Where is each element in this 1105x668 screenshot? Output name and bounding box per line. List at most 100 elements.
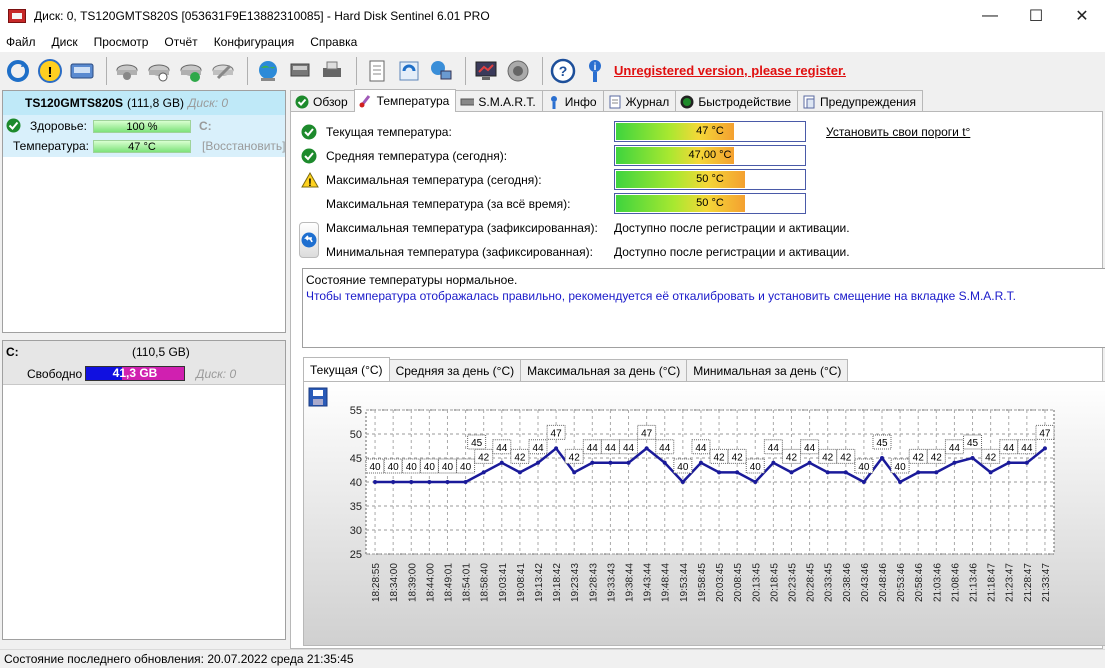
menu-configuration[interactable]: Конфигурация [206, 35, 303, 49]
chart-tabs: Текущая (°C) Средняя за день (°C) Максим… [303, 357, 849, 381]
x-tick-label: 19:53:44 [679, 563, 690, 602]
data-label: 44 [695, 443, 707, 454]
x-tick-label: 20:23:45 [787, 563, 798, 602]
report-icon[interactable] [363, 57, 391, 85]
temperature-bar: 47 °C [93, 140, 191, 153]
disk-header[interactable]: TS120GMTS820S (111,8 GB) Диск: 0 [3, 91, 285, 115]
tab-chart-current[interactable]: Текущая (°C) [303, 357, 390, 381]
printer-icon[interactable] [318, 57, 346, 85]
tab-alerts[interactable]: Предупреждения [797, 90, 923, 112]
data-point [536, 460, 540, 465]
data-point [391, 480, 396, 484]
menu-help[interactable]: Справка [302, 35, 365, 49]
info-icon[interactable]: i [581, 57, 609, 85]
x-tick-label: 18:54:01 [462, 563, 473, 602]
monitor-icon[interactable] [472, 57, 500, 85]
max-today-temperature-row: ! Максимальная температура (сегодня): 50… [291, 169, 1101, 191]
data-point [1006, 460, 1011, 465]
save-icon[interactable] [308, 387, 328, 407]
tab-info[interactable]: Инфо [541, 90, 604, 112]
health-bar: 100 % [93, 120, 191, 133]
data-point [590, 460, 595, 465]
data-label: 42 [786, 452, 798, 463]
menu-report[interactable]: Отчёт [156, 35, 205, 49]
set-thresholds-link[interactable]: Установить свои пороги t° [826, 125, 970, 139]
partition-header[interactable]: C: (110,5 GB) [3, 341, 285, 363]
data-label: 44 [605, 443, 617, 454]
tab-chart-daily-average[interactable]: Средняя за день (°C) [388, 359, 522, 381]
svg-text:!: ! [48, 64, 53, 81]
y-tick-label: 50 [350, 429, 362, 441]
disk-search-icon[interactable] [113, 57, 141, 85]
network-disk-icon[interactable] [286, 57, 314, 85]
disk-size: (111,8 GB) [127, 96, 184, 110]
x-tick-label: 20:03:45 [715, 563, 726, 602]
maximize-button[interactable]: ☐ [1013, 0, 1059, 32]
disk-info-icon[interactable] [145, 57, 173, 85]
unregistered-link[interactable]: Unregistered version, please register. [614, 63, 846, 78]
tab-smart[interactable]: S.M.A.R.T. [455, 90, 543, 112]
ok-icon [301, 148, 317, 164]
x-tick-label: 20:18:45 [769, 563, 780, 602]
journal-icon [608, 95, 622, 109]
thermometer-icon [359, 94, 373, 108]
data-label: 44 [659, 443, 671, 454]
menu-view[interactable]: Просмотр [86, 35, 157, 49]
x-tick-label: 19:18:42 [552, 563, 563, 602]
disk-icon[interactable] [68, 57, 96, 85]
x-tick-label: 19:38:44 [625, 563, 636, 602]
check-icon [295, 95, 309, 109]
data-label: 44 [532, 443, 544, 454]
y-tick-label: 55 [350, 405, 362, 417]
x-tick-label: 21:13:46 [969, 563, 980, 602]
partition-size: (110,5 GB) [132, 345, 190, 359]
data-point [463, 480, 468, 484]
data-point [717, 470, 722, 475]
temperature-status-box: Состояние температуры нормальное. Чтобы … [302, 268, 1105, 348]
free-value: 41,3 GB [112, 366, 158, 380]
data-point [445, 480, 450, 484]
close-button[interactable]: ✕ [1059, 0, 1105, 32]
warning-icon[interactable]: ! [36, 57, 64, 85]
update-icon[interactable] [395, 57, 423, 85]
y-tick-label: 30 [350, 525, 362, 537]
tab-performance[interactable]: Быстродействие [675, 90, 799, 112]
disk-ok-icon[interactable] [177, 57, 205, 85]
restore-link[interactable]: [Восстановить] [202, 139, 286, 153]
tab-journal[interactable]: Журнал [602, 90, 677, 112]
tab-overview[interactable]: Обзор [290, 90, 355, 112]
free-bar: 41,3 GB [85, 366, 185, 381]
x-tick-label: 19:43:44 [643, 563, 654, 602]
minimize-button[interactable]: — [967, 0, 1013, 32]
data-label: 44 [1003, 443, 1015, 454]
data-point [952, 460, 957, 465]
tab-temperature[interactable]: Температура [353, 89, 457, 112]
data-label: 45 [471, 438, 483, 449]
x-tick-label: 18:39:00 [407, 563, 418, 602]
disk-tool-icon[interactable] [209, 57, 237, 85]
data-point [680, 480, 685, 484]
network-icon[interactable] [427, 57, 455, 85]
x-tick-label: 20:08:45 [733, 563, 744, 602]
tab-chart-daily-min[interactable]: Минимальная за день (°C) [686, 359, 849, 381]
data-label: 40 [369, 462, 381, 473]
data-point [807, 460, 812, 465]
menu-disk[interactable]: Диск [44, 35, 86, 49]
tab-chart-daily-max[interactable]: Максимальная за день (°C) [520, 359, 688, 381]
menu-bar: Файл Диск Просмотр Отчёт Конфигурация Сп… [0, 32, 1105, 52]
refresh-icon[interactable] [4, 57, 32, 85]
data-point [698, 460, 703, 465]
sound-icon[interactable] [504, 57, 532, 85]
help-icon[interactable]: ? [549, 57, 577, 85]
data-point [409, 480, 414, 484]
x-tick-label: 20:43:46 [860, 563, 871, 602]
warning-icon: ! [301, 172, 319, 188]
max-alltime-temperature-row: Максимальная температура (за всё время):… [291, 193, 1101, 215]
menu-file[interactable]: Файл [0, 35, 44, 49]
svg-text:?: ? [559, 63, 568, 79]
min-logged-row: Минимальная температура (зафиксированная… [326, 245, 850, 259]
globe-icon[interactable] [254, 57, 282, 85]
x-tick-label: 21:28:47 [1023, 563, 1034, 602]
x-tick-label: 19:33:43 [606, 563, 617, 602]
data-label: 44 [949, 443, 961, 454]
